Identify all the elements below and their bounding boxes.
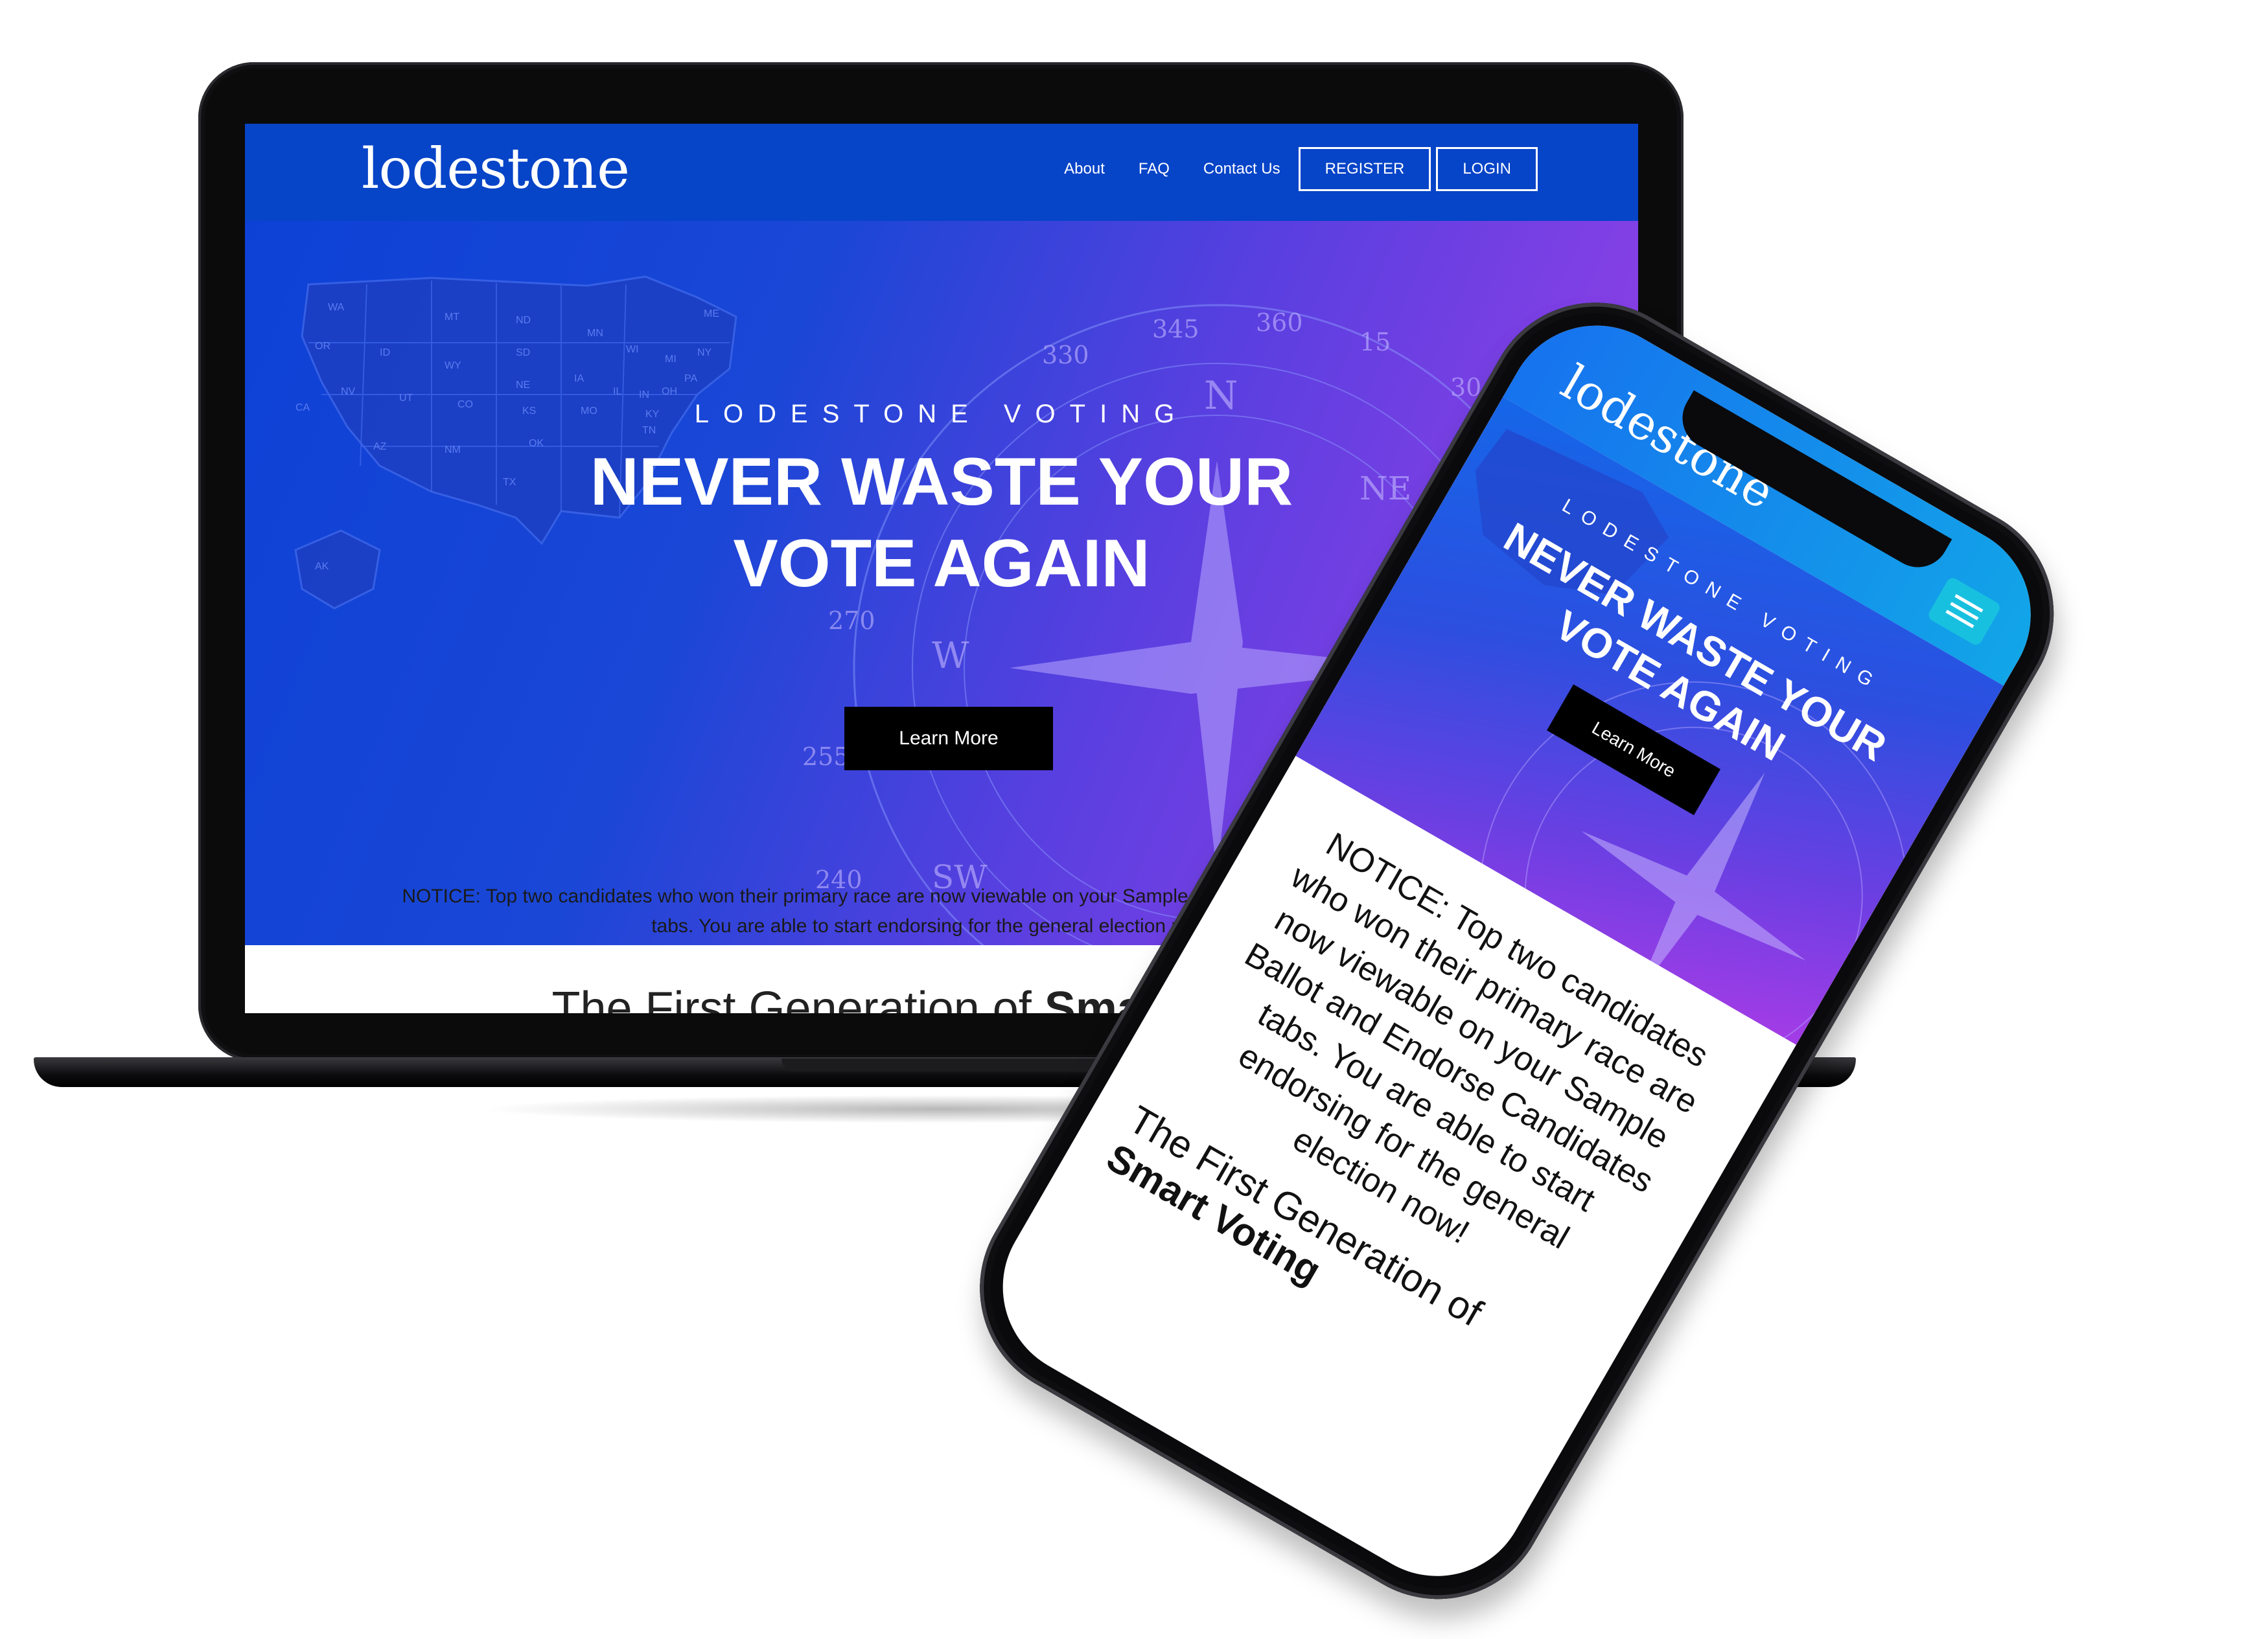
map-label-mt: MT bbox=[445, 312, 459, 323]
map-label-or: OR bbox=[315, 341, 330, 352]
map-label-ny: NY bbox=[697, 347, 712, 358]
compass-label-255: 255 bbox=[802, 742, 850, 771]
map-label-oh: OH bbox=[662, 386, 677, 397]
learn-more-button[interactable]: Learn More bbox=[844, 707, 1053, 770]
map-label-me: ME bbox=[704, 308, 719, 319]
map-label-nd: ND bbox=[516, 315, 531, 326]
compass-label-360: 360 bbox=[1256, 308, 1303, 337]
laptop-hinge-notch bbox=[781, 1059, 1105, 1072]
top-navigation: lodestone About FAQ Contact Us REGISTER … bbox=[245, 124, 1638, 221]
nav-link-faq[interactable]: FAQ bbox=[1139, 160, 1170, 178]
compass-label-w: W bbox=[932, 635, 969, 677]
hamburger-menu-icon[interactable] bbox=[1926, 575, 2002, 647]
hero-eyebrow: LODESTONE VOTING bbox=[694, 400, 1189, 428]
compass-label-330: 330 bbox=[1042, 341, 1089, 369]
map-label-sd: SD bbox=[516, 347, 530, 358]
nav-link-about[interactable]: About bbox=[1064, 160, 1105, 178]
map-label-mi: MI bbox=[665, 354, 677, 365]
compass-label-345: 345 bbox=[1152, 315, 1199, 343]
map-label-wi: WI bbox=[626, 344, 639, 355]
map-label-wy: WY bbox=[445, 360, 461, 371]
map-label-il: IL bbox=[613, 386, 621, 397]
login-button[interactable]: LOGIN bbox=[1436, 147, 1538, 191]
map-label-ia: IA bbox=[574, 373, 584, 384]
brand-logo[interactable]: lodestone bbox=[362, 137, 630, 201]
section-heading-regular: The First Generation of bbox=[551, 983, 1045, 1013]
map-label-id: ID bbox=[380, 347, 390, 358]
nav-links: About FAQ Contact Us REGISTER LOGIN bbox=[1030, 147, 1538, 191]
map-label-ne: NE bbox=[516, 380, 530, 391]
map-label-mn: MN bbox=[587, 328, 603, 339]
compass-label-15: 15 bbox=[1360, 328, 1391, 356]
map-label-wa: WA bbox=[328, 302, 345, 313]
map-label-pa: PA bbox=[684, 373, 697, 384]
nav-link-contact-us[interactable]: Contact Us bbox=[1203, 160, 1280, 178]
register-button[interactable]: REGISTER bbox=[1298, 147, 1431, 191]
map-label-nv: NV bbox=[341, 386, 356, 397]
map-label-in: IN bbox=[639, 389, 649, 400]
compass-label-270: 270 bbox=[828, 606, 875, 635]
